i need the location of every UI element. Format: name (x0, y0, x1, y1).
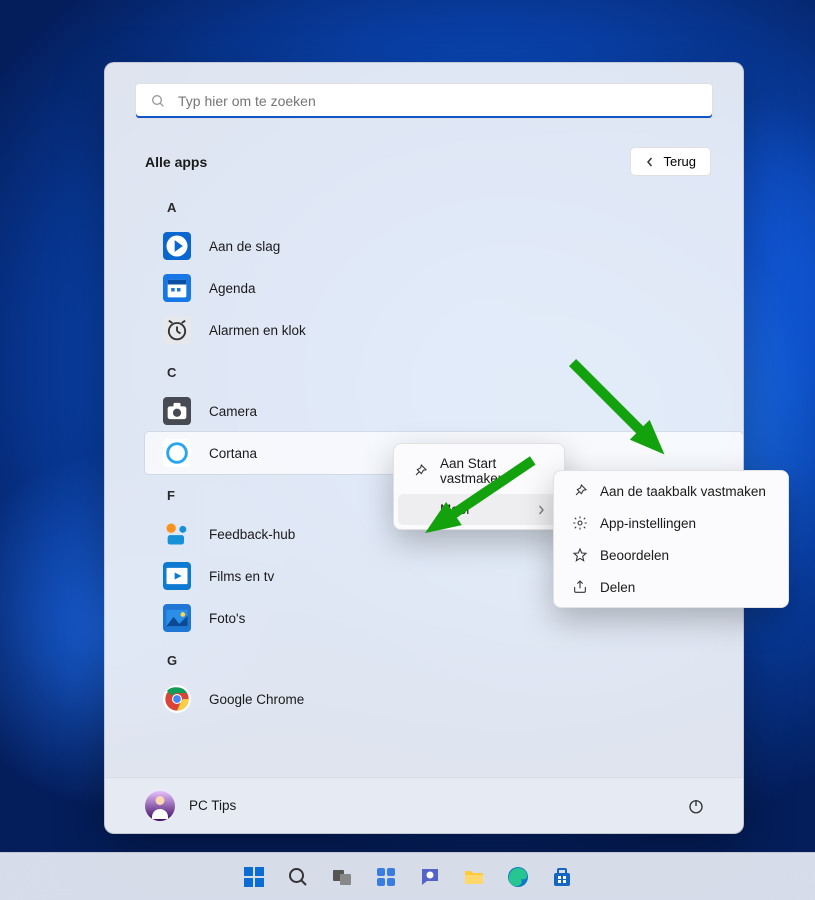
chevron-left-icon (645, 157, 655, 167)
taskbar-search-button[interactable] (279, 858, 317, 896)
photos-icon (163, 604, 191, 632)
tips-icon (163, 232, 191, 260)
cortana-icon (163, 439, 191, 467)
app-label: Camera (209, 404, 257, 419)
calendar-icon (163, 274, 191, 302)
back-button-label: Terug (663, 154, 696, 169)
chat-icon (418, 865, 442, 889)
all-apps-heading: Alle apps (145, 154, 207, 170)
power-button[interactable] (679, 789, 713, 823)
chevron-right-icon (536, 505, 546, 515)
chrome-icon (163, 685, 191, 713)
taskbar-chat-button[interactable] (411, 858, 449, 896)
ctx-share[interactable]: Delen (558, 571, 784, 603)
apps-header: Alle apps Terug (105, 129, 743, 182)
letter-heading-g[interactable]: G (145, 639, 743, 678)
widgets-icon (374, 865, 398, 889)
search-icon (150, 93, 166, 109)
clock-icon (163, 316, 191, 344)
search-icon (286, 865, 310, 889)
store-icon (550, 865, 574, 889)
power-icon (687, 797, 705, 815)
star-icon (572, 547, 588, 563)
user-account-button[interactable]: PC Tips (145, 791, 236, 821)
feedback-icon (163, 520, 191, 548)
app-aan-de-slag[interactable]: Aan de slag (145, 225, 743, 267)
windows-logo-icon (242, 865, 266, 889)
taskbar-task-view-button[interactable] (323, 858, 361, 896)
share-icon (572, 579, 588, 595)
app-label: Cortana (209, 446, 257, 461)
folder-icon (462, 865, 486, 889)
back-button[interactable]: Terug (630, 147, 711, 176)
app-label: Aan de slag (209, 239, 280, 254)
app-label: Foto's (209, 611, 245, 626)
taskbar-start-button[interactable] (235, 858, 273, 896)
app-label: Films en tv (209, 569, 274, 584)
pin-icon (412, 463, 428, 479)
start-footer: PC Tips (105, 777, 743, 833)
context-menu-more: Aan de taakbalk vastmaken App-instelling… (553, 470, 789, 608)
camera-icon (163, 397, 191, 425)
user-avatar-icon (145, 791, 175, 821)
edge-icon (506, 865, 530, 889)
ctx-item-label: Aan de taakbalk vastmaken (600, 484, 766, 499)
taskbar-widgets-button[interactable] (367, 858, 405, 896)
search-row (105, 63, 743, 129)
ctx-item-label: App-instellingen (600, 516, 696, 531)
letter-heading-c[interactable]: C (145, 351, 743, 390)
user-name-label: PC Tips (189, 798, 236, 813)
search-box[interactable] (135, 83, 713, 119)
ctx-app-settings[interactable]: App-instellingen (558, 507, 784, 539)
ctx-item-label: Delen (600, 580, 635, 595)
task-view-icon (330, 865, 354, 889)
ctx-pin-to-taskbar[interactable]: Aan de taakbalk vastmaken (558, 475, 784, 507)
letter-heading-a[interactable]: A (145, 186, 743, 225)
app-google-chrome[interactable]: Google Chrome (145, 678, 743, 720)
app-agenda[interactable]: Agenda (145, 267, 743, 309)
ctx-rate[interactable]: Beoordelen (558, 539, 784, 571)
ctx-item-label: Beoordelen (600, 548, 669, 563)
gear-icon (572, 515, 588, 531)
pin-icon (572, 483, 588, 499)
films-icon (163, 562, 191, 590)
app-label: Google Chrome (209, 692, 304, 707)
taskbar-explorer-button[interactable] (455, 858, 493, 896)
search-input[interactable] (178, 93, 698, 109)
app-label: Alarmen en klok (209, 323, 306, 338)
app-label: Feedback-hub (209, 527, 295, 542)
app-label: Agenda (209, 281, 256, 296)
taskbar (0, 852, 815, 900)
app-alarmen[interactable]: Alarmen en klok (145, 309, 743, 351)
taskbar-edge-button[interactable] (499, 858, 537, 896)
taskbar-store-button[interactable] (543, 858, 581, 896)
